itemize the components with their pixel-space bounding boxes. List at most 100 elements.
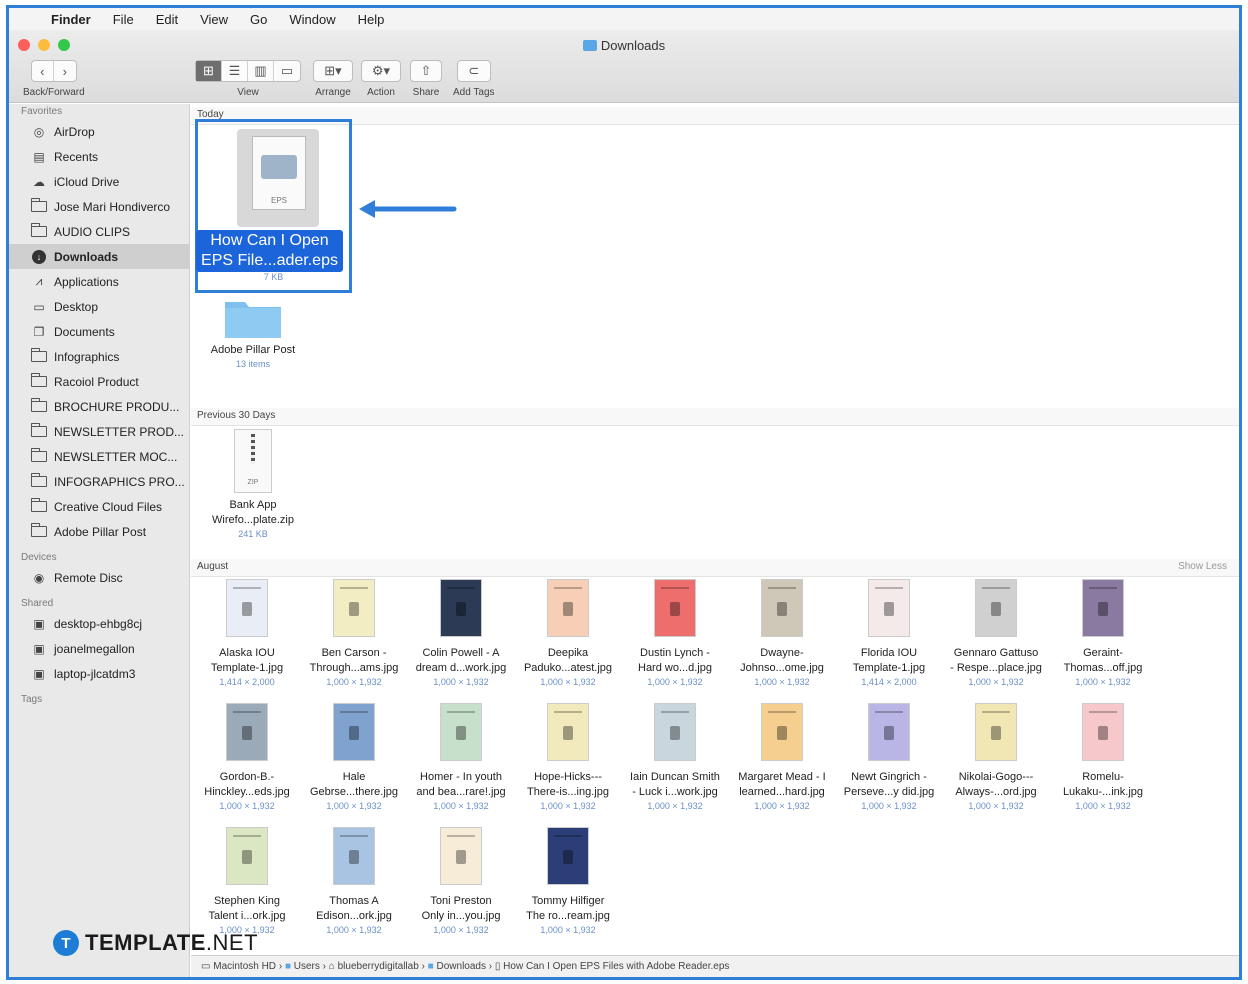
- file-item[interactable]: Gennaro Gattuso - Respe...place.jpg 1,000 …: [944, 580, 1048, 688]
- gallery-view-button[interactable]: ▭: [274, 61, 300, 81]
- sidebar-item-documents[interactable]: ❐ Documents: [9, 319, 189, 344]
- sidebar-item-racoiol-product[interactable]: Racoiol Product: [9, 369, 189, 394]
- file-name-line: Romelu-: [1082, 771, 1124, 783]
- file-item[interactable]: Newt Gingrich - Perseve...y did.jpg 1,000 …: [837, 704, 941, 812]
- file-item[interactable]: Dwayne- Johnso...ome.jpg 1,000 × 1,932: [730, 580, 834, 688]
- path-item[interactable]: Downloads: [437, 961, 486, 972]
- menu-finder[interactable]: Finder: [51, 12, 91, 27]
- sidebar-item-infographics[interactable]: Infographics: [9, 344, 189, 369]
- finder-screenshot: Finder File Edit View Go Window Help Dow…: [6, 5, 1242, 980]
- file-item[interactable]: Colin Powell - A dream d...work.jpg 1,000 …: [409, 580, 513, 688]
- sidebar-item-label: Desktop: [54, 299, 99, 314]
- file-item[interactable]: Thomas A Edison...ork.jpg 1,000 × 1,932: [302, 828, 406, 936]
- menu-help[interactable]: Help: [358, 12, 385, 27]
- path-item[interactable]: Macintosh HD: [213, 961, 276, 972]
- sidebar-item-downloads[interactable]: ↓ Downloads: [9, 244, 189, 269]
- icon-view-button[interactable]: ⊞: [196, 61, 222, 81]
- sidebar-item-infographics-product[interactable]: INFOGRAPHICS PRO...: [9, 469, 189, 494]
- logo-suffix: .NET: [205, 930, 259, 955]
- file-meta: 1,000 × 1,932: [647, 801, 703, 811]
- file-meta: 1,000 × 1,932: [861, 801, 917, 811]
- sidebar-item-jose-mari[interactable]: Jose Mari Hondiverco: [9, 194, 189, 219]
- sidebar-item-icloud-drive[interactable]: ☁ iCloud Drive: [9, 169, 189, 194]
- folder-item[interactable]: Adobe Pillar Post 13 items: [201, 294, 305, 370]
- sidebar-item-adobe-pillar-post[interactable]: Adobe Pillar Post: [9, 519, 189, 544]
- file-item[interactable]: Tommy Hilfiger The ro...ream.jpg 1,000 × 1…: [516, 828, 620, 936]
- file-name-line: Thomas...off.jpg: [1063, 662, 1143, 674]
- column-view-button[interactable]: ▥: [248, 61, 274, 81]
- sidebar-item-brochure-product[interactable]: BROCHURE PRODU...: [9, 394, 189, 419]
- folder-icon: [31, 398, 47, 413]
- file-item[interactable]: Iain Duncan Smith - Luck i...work.jpg 1,00…: [623, 704, 727, 812]
- file-item[interactable]: Dustin Lynch - Hard wo...d.jpg 1,000 × 1,9…: [623, 580, 727, 688]
- file-item[interactable]: Hale Gebrse...there.jpg 1,000 × 1,932: [302, 704, 406, 812]
- file-name-line: Hard wo...d.jpg: [638, 662, 712, 674]
- menu-file[interactable]: File: [113, 12, 134, 27]
- file-meta: 13 items: [235, 359, 270, 369]
- sidebar: Favorites ◎ AirDrop ▤ Recents ☁ iCloud Driv…: [9, 104, 190, 977]
- tag-icon[interactable]: ⊂: [458, 61, 490, 81]
- image-thumbnail: [227, 828, 267, 884]
- path-item[interactable]: blueberrydigitallab: [338, 961, 419, 972]
- file-eps[interactable]: EPS: [237, 129, 319, 227]
- file-name-line: Deepika: [547, 647, 589, 659]
- file-item[interactable]: Stephen King Talent i...ork.jpg 1,000 × 1,…: [195, 828, 299, 936]
- sidebar-item-joanelmegallon[interactable]: ▣ joanelmegallon: [9, 636, 189, 661]
- menu-edit[interactable]: Edit: [156, 12, 178, 27]
- sidebar-item-audio-clips[interactable]: AUDIO CLIPS: [9, 219, 189, 244]
- file-item[interactable]: Homer - In youth and bea...rare!.jpg 1,000…: [409, 704, 513, 812]
- file-item[interactable]: Romelu- Lukaku-...ink.jpg 1,000 × 1,932: [1051, 704, 1155, 812]
- arrange-button[interactable]: ⊞▾: [314, 61, 352, 81]
- file-item[interactable]: Geraint- Thomas...off.jpg 1,000 × 1,932: [1051, 580, 1155, 688]
- file-item[interactable]: Nikolai-Gogo--- Always-...ord.jpg 1,000 × …: [944, 704, 1048, 812]
- sidebar-item-creative-cloud[interactable]: Creative Cloud Files: [9, 494, 189, 519]
- documents-icon: ❐: [33, 324, 45, 339]
- sidebar-item-label: NEWSLETTER MOC...: [54, 449, 178, 464]
- file-meta: 1,000 × 1,932: [540, 801, 596, 811]
- file-item[interactable]: Ben Carson - Through...ams.jpg 1,000 × 1,9…: [302, 580, 406, 688]
- file-item[interactable]: Hope-Hicks--- There-is...ing.jpg 1,000 × 1…: [516, 704, 620, 812]
- sidebar-item-label: Jose Mari Hondiverco: [54, 199, 171, 214]
- sidebar-item-desktop-ehbg8cj[interactable]: ▣ desktop-ehbg8cj: [9, 611, 189, 636]
- arrange-group: ⊞▾ Arrange: [313, 60, 353, 98]
- file-meta: 1,414 × 2,000: [861, 677, 917, 687]
- sidebar-item-remote-disc[interactable]: ◉ Remote Disc: [9, 565, 189, 590]
- path-item[interactable]: How Can I Open EPS Files with Adobe Read…: [503, 961, 729, 972]
- file-meta: 241 KB: [238, 529, 268, 539]
- computer-icon: ▣: [33, 616, 45, 631]
- file-item[interactable]: Alaska IOU Template-1.jpg 1,414 × 2,000: [195, 580, 299, 688]
- file-item[interactable]: Florida IOU Template-1.jpg 1,414 × 2,000: [837, 580, 941, 688]
- sidebar-item-airdrop[interactable]: ◎ AirDrop: [9, 119, 189, 144]
- file-item[interactable]: ZIP Bank App Wirefo...plate.zip 241 KB: [201, 430, 305, 540]
- share-icon[interactable]: ⇧: [411, 61, 441, 81]
- list-view-button[interactable]: ☰: [222, 61, 248, 81]
- menu-go[interactable]: Go: [250, 12, 267, 27]
- show-less-button[interactable]: Show Less: [1178, 559, 1227, 575]
- file-item[interactable]: Gordon-B.- Hinckley...eds.jpg 1,000 × 1,93…: [195, 704, 299, 812]
- back-button[interactable]: ‹: [32, 61, 54, 81]
- file-name-line: Perseve...y did.jpg: [843, 786, 935, 798]
- file-name: Adobe Pillar Post: [210, 344, 296, 356]
- forward-button[interactable]: ›: [54, 61, 76, 81]
- file-name-line: Tommy Hilfiger: [531, 895, 605, 907]
- gear-icon[interactable]: ⚙▾: [362, 61, 400, 81]
- menu-window[interactable]: Window: [289, 12, 335, 27]
- sidebar-item-applications[interactable]: ⩘ Applications: [9, 269, 189, 294]
- menu-view[interactable]: View: [200, 12, 228, 27]
- file-item[interactable]: Deepika Paduko...atest.jpg 1,000 × 1,932: [516, 580, 620, 688]
- sidebar-item-newsletter-product[interactable]: NEWSLETTER PROD...: [9, 419, 189, 444]
- path-item[interactable]: Users: [294, 961, 320, 972]
- file-meta: 1,414 × 2,000: [219, 677, 275, 687]
- file-item[interactable]: Toni Preston Only in...you.jpg 1,000 × 1,9…: [409, 828, 513, 936]
- file-name-line: Bank App: [229, 499, 277, 511]
- file-browser: Today EPS How Can I Open EPS File...ader…: [191, 104, 1239, 977]
- folder-icon: [31, 498, 47, 513]
- selected-file-name[interactable]: How Can I Open EPS File...ader.eps: [196, 230, 343, 272]
- image-thumbnail: [762, 580, 802, 636]
- sidebar-item-recents[interactable]: ▤ Recents: [9, 144, 189, 169]
- sidebar-item-desktop[interactable]: ▭ Desktop: [9, 294, 189, 319]
- image-thumbnail: [334, 828, 374, 884]
- sidebar-item-newsletter-mockup[interactable]: NEWSLETTER MOC...: [9, 444, 189, 469]
- file-item[interactable]: Margaret Mead - I learned...hard.jpg 1,000…: [730, 704, 834, 812]
- sidebar-item-laptop-jlcatdm3[interactable]: ▣ laptop-jlcatdm3: [9, 661, 189, 686]
